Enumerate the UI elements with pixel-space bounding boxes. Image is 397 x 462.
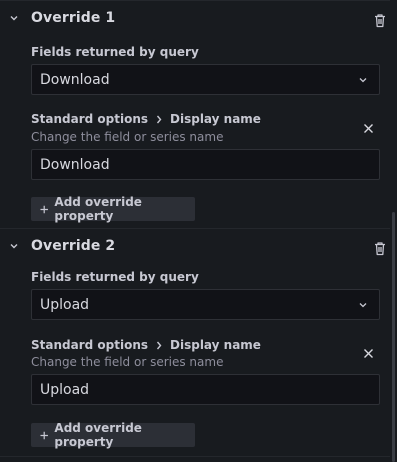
fields-select-value: Download <box>40 72 110 88</box>
close-icon[interactable] <box>363 123 374 134</box>
override-2-header[interactable]: Override 2 <box>0 229 390 267</box>
fields-select[interactable]: Upload <box>31 289 380 320</box>
fields-select-value: Upload <box>40 297 90 313</box>
display-name-input[interactable] <box>31 149 380 180</box>
scrollbar[interactable] <box>392 212 395 462</box>
add-override-property-button[interactable]: Add override property <box>31 421 195 449</box>
fields-label: Fields returned by query <box>31 270 199 284</box>
overrides-panel: Override 1 Fields returned by query Down… <box>0 0 397 462</box>
override-2: Override 2 Fields returned by query Uplo… <box>0 228 390 456</box>
chevron-down-icon[interactable] <box>9 241 19 251</box>
add-override-property-label: Add override property <box>54 421 142 449</box>
override-1-header[interactable]: Override 1 <box>0 1 390 39</box>
property-breadcrumb: Standard options Display name <box>31 112 261 126</box>
fields-label: Fields returned by query <box>31 45 199 59</box>
property-category: Standard options <box>31 112 149 126</box>
chevron-down-icon <box>359 78 367 83</box>
trash-icon[interactable] <box>373 241 387 256</box>
override-1-title: Override 1 <box>31 10 116 26</box>
fields-select[interactable]: Download <box>31 64 380 95</box>
override-1: Override 1 Fields returned by query Down… <box>0 0 390 228</box>
add-override-property-label: Add override property <box>54 195 142 223</box>
chevron-right-icon <box>156 115 162 123</box>
section-divider <box>0 456 390 457</box>
chevron-down-icon <box>359 303 367 308</box>
chevron-right-icon <box>156 341 162 349</box>
override-2-title: Override 2 <box>31 238 116 254</box>
add-override-property-button[interactable]: Add override property <box>31 195 195 223</box>
trash-icon[interactable] <box>373 13 387 28</box>
property-category: Standard options <box>31 338 149 352</box>
display-name-input[interactable] <box>31 374 380 405</box>
close-icon[interactable] <box>363 348 374 359</box>
chevron-down-icon[interactable] <box>9 13 19 23</box>
plus-icon <box>40 431 48 439</box>
property-description: Change the field or series name <box>31 130 224 144</box>
plus-icon <box>40 205 48 213</box>
property-description: Change the field or series name <box>31 355 224 369</box>
property-name: Display name <box>170 338 261 352</box>
property-breadcrumb: Standard options Display name <box>31 338 261 352</box>
property-name: Display name <box>170 112 261 126</box>
